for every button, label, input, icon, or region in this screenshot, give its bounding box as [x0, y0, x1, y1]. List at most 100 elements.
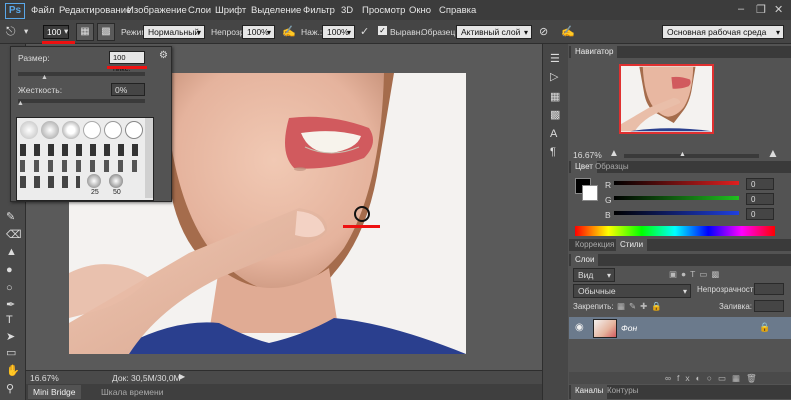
size-slider-thumb[interactable]: ▲ [41, 74, 48, 81]
size-slider-track[interactable] [18, 72, 145, 76]
zoom-out-icon[interactable]: ▲ [609, 148, 619, 159]
brush-preset-item[interactable] [109, 174, 123, 188]
menu-type[interactable]: Шрифт [215, 5, 246, 16]
brush-preset-item[interactable] [62, 121, 80, 139]
brush-preset-picker[interactable]: Размер: 100 пикс. ⚙ ▲ Жесткость: 0% ▲ 25… [10, 46, 172, 202]
tab-mini-bridge[interactable]: Mini Bridge [28, 385, 81, 399]
brush-preset-item[interactable] [20, 121, 38, 139]
menu-edit[interactable]: Редактирование [59, 5, 131, 16]
paint-bucket-icon[interactable]: ▲ [6, 246, 17, 258]
actions-panel-icon[interactable]: ▷ [550, 70, 558, 83]
panel-gear-icon[interactable]: ⚙ [159, 50, 168, 61]
brush-preset-grid[interactable]: 25 50 [16, 117, 154, 201]
history-brush-icon[interactable]: ✎ [6, 210, 15, 223]
mode-select[interactable]: Нормальный [143, 25, 205, 39]
visibility-eye-icon[interactable]: ◉ [575, 322, 584, 333]
layer-filter-icons[interactable]: ▣●T▭▩ [669, 269, 723, 280]
rectangle-icon[interactable]: ▭ [6, 346, 16, 359]
pressure-opacity-icon[interactable]: ✍ [282, 25, 296, 38]
layer-filter-select[interactable]: Вид [573, 268, 615, 282]
preset-scrollbar[interactable] [145, 118, 153, 198]
pressure-size-icon[interactable]: ✍ [561, 25, 575, 38]
align-checkbox[interactable]: ✓ [378, 26, 387, 35]
brush-preset-item[interactable] [41, 121, 59, 139]
color-spectrum-ramp[interactable] [575, 226, 775, 236]
pressure-field[interactable]: 100% [322, 25, 355, 39]
paragraph-panel-icon[interactable]: ¶ [550, 146, 556, 158]
menu-3d[interactable]: 3D [341, 5, 353, 16]
brush-preset-item[interactable] [83, 121, 101, 139]
tab-swatches[interactable]: Образцы [591, 161, 633, 174]
zoom-level[interactable]: 16.67% [30, 373, 59, 383]
zoom-icon[interactable]: ⚲ [6, 382, 14, 395]
hardness-value[interactable]: 0% [111, 83, 145, 96]
brush-preset-row[interactable] [20, 176, 80, 188]
opacity-field[interactable]: 100% [242, 25, 275, 39]
lock-icons[interactable]: ▦✎✚🔒 [617, 301, 666, 312]
navigator-zoom[interactable]: 16.67% [573, 150, 602, 160]
blend-mode-select[interactable]: Обычные [573, 284, 691, 298]
tab-navigator[interactable]: Навигатор [571, 46, 618, 59]
character-panel-icon[interactable]: A [550, 128, 557, 140]
menu-file[interactable]: Файл [31, 5, 54, 16]
blue-slider[interactable] [614, 211, 739, 215]
brush-preset-row[interactable] [20, 144, 142, 156]
brush-size-value[interactable]: 100 пикс. [109, 51, 145, 73]
red-slider[interactable] [614, 181, 739, 185]
menu-image[interactable]: Изображение [127, 5, 187, 16]
brush-panel-icon[interactable]: ▦ [550, 90, 560, 103]
clone-source-icon[interactable]: ▩ [550, 108, 560, 121]
close-icon[interactable]: ✕ [774, 3, 783, 16]
tab-paths[interactable]: Контуры [603, 385, 642, 398]
brush-preset-item[interactable] [87, 174, 101, 188]
path-selection-icon[interactable]: ➤ [6, 330, 15, 343]
layer-name[interactable]: Фон [621, 323, 637, 333]
status-menu-arrow-icon[interactable]: ▶ [179, 372, 185, 381]
navigator-thumbnail[interactable] [619, 64, 714, 134]
airbrush-icon[interactable]: ✓ [360, 25, 369, 38]
minimize-icon[interactable]: – [738, 3, 744, 15]
brush-preset-row[interactable] [20, 160, 142, 172]
blue-value[interactable]: 0 [746, 208, 774, 220]
red-value[interactable]: 0 [746, 178, 774, 190]
tab-timeline[interactable]: Шкала времени [96, 385, 168, 399]
menu-view[interactable]: Просмотр [362, 5, 405, 16]
navigator-zoom-slider[interactable] [624, 154, 759, 158]
menu-filter[interactable]: Фильтр [303, 5, 335, 16]
tab-layers[interactable]: Слои [571, 254, 599, 267]
fill-field[interactable] [754, 300, 784, 312]
blur-icon[interactable]: ● [6, 264, 13, 276]
zoom-in-icon[interactable]: ▲ [767, 146, 779, 160]
dodge-icon[interactable]: ○ [6, 282, 13, 294]
layer-opacity-field[interactable] [754, 283, 784, 295]
menu-select[interactable]: Выделение [251, 5, 301, 16]
brush-picker-arrow-icon[interactable]: ▾ [64, 26, 68, 37]
brush-preset-item[interactable] [125, 121, 143, 139]
sample-select[interactable]: Активный слой [456, 25, 532, 39]
restore-icon[interactable]: ❐ [756, 3, 766, 16]
background-color-swatch[interactable] [582, 185, 598, 201]
hardness-slider-thumb[interactable]: ▲ [17, 100, 24, 107]
layer-row[interactable]: ◉ Фон 🔒 [569, 317, 791, 339]
navigator-slider-thumb[interactable]: ▲ [679, 151, 686, 158]
tool-preset-arrow-icon[interactable]: ▾ [24, 26, 28, 37]
menu-layers[interactable]: Слои [188, 5, 211, 16]
menu-window[interactable]: Окно [409, 5, 431, 16]
green-value[interactable]: 0 [746, 193, 774, 205]
workspace-select[interactable]: Основная рабочая среда [662, 25, 784, 39]
tab-styles[interactable]: Стили [616, 239, 648, 252]
tab-channels[interactable]: Каналы [571, 385, 608, 400]
menu-help[interactable]: Справка [439, 5, 476, 16]
brush-panel-toggle-icon[interactable]: ▦ [76, 23, 94, 41]
eraser-icon[interactable]: ⌫ [6, 228, 22, 241]
hardness-slider-track[interactable] [18, 99, 145, 103]
pen-icon[interactable]: ✒ [6, 298, 15, 311]
layers-footer-icons[interactable]: ∞fx◐○▭▦🗑 [665, 373, 763, 384]
stamp-tool-icon[interactable]: ⎋ [6, 24, 16, 39]
brush-preset-item[interactable] [104, 121, 122, 139]
history-panel-icon[interactable]: ☰ [550, 52, 560, 65]
hand-icon[interactable]: ✋ [6, 364, 20, 377]
type-icon[interactable]: T [6, 314, 13, 326]
green-slider[interactable] [614, 196, 739, 200]
tab-adjustments[interactable]: Коррекция [571, 239, 618, 252]
